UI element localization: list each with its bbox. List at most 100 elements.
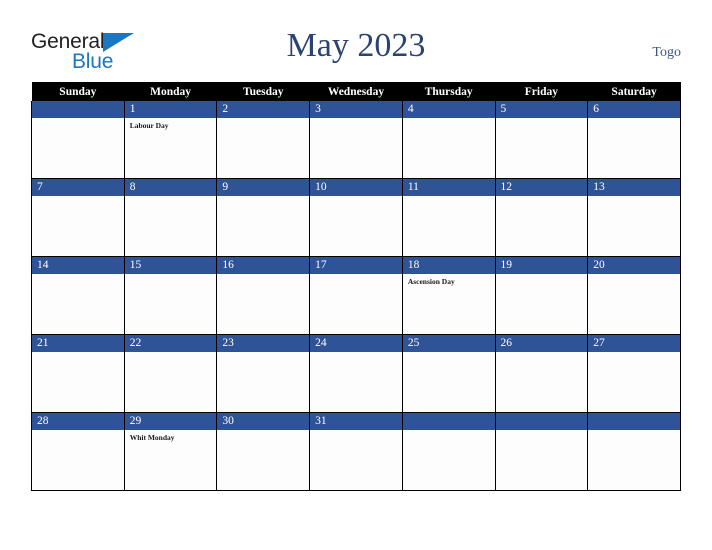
calendar-day-cell-inner: 22 xyxy=(124,335,217,412)
calendar-day-cell[interactable]: 1 Labour Day xyxy=(123,101,218,179)
calendar-event-area xyxy=(32,430,124,433)
calendar-date-bar: 27 xyxy=(588,335,680,352)
calendar-event-area xyxy=(125,352,217,355)
weekday-header-saturday: Saturday xyxy=(587,82,681,101)
calendar-day-cell[interactable]: 2 xyxy=(216,101,311,179)
calendar-date-number: 28 xyxy=(37,415,49,427)
calendar-day-cell[interactable]: 28 xyxy=(31,412,125,491)
calendar-day-cell[interactable]: 17 xyxy=(309,256,403,335)
calendar-date-bar: 24 xyxy=(310,335,402,352)
calendar-day-cell-inner: 2 xyxy=(217,101,310,178)
calendar-event-area xyxy=(588,430,680,433)
calendar-date-bar: 17 xyxy=(310,257,402,274)
calendar-day-cell-inner: 7 xyxy=(32,179,124,256)
calendar-day-cell-inner: 31 xyxy=(310,413,402,490)
calendar-day-cell[interactable] xyxy=(494,412,589,491)
calendar-day-cell[interactable]: 18 Ascension Day xyxy=(401,256,496,335)
calendar-day-cell[interactable]: 4 xyxy=(401,101,496,179)
calendar-day-cell-inner xyxy=(588,413,680,490)
calendar-week-row: 21 22 23 24 25 26 27 xyxy=(31,334,681,413)
calendar-day-cell-inner: 30 xyxy=(217,413,310,490)
calendar-day-cell[interactable]: 31 xyxy=(309,412,403,491)
weekday-header-sunday: Sunday xyxy=(31,82,125,101)
calendar-event-area xyxy=(403,196,495,199)
calendar-week-row: 1 Labour Day 2 3 4 5 6 xyxy=(31,101,681,179)
calendar-date-number: 17 xyxy=(315,259,327,271)
calendar-event-area xyxy=(125,274,217,277)
calendar-event-area xyxy=(217,118,309,121)
calendar-event-area xyxy=(496,196,588,199)
calendar-day-cell[interactable] xyxy=(587,412,681,491)
calendar-day-cell[interactable]: 10 xyxy=(309,178,403,257)
calendar-day-cell[interactable]: 16 xyxy=(216,256,311,335)
calendar-date-number: 30 xyxy=(222,415,234,427)
calendar-day-cell[interactable]: 25 xyxy=(401,334,496,413)
calendar-day-cell[interactable]: 6 xyxy=(587,101,681,179)
calendar-day-cell[interactable]: 20 xyxy=(587,256,681,335)
calendar-date-bar: 8 xyxy=(124,179,217,196)
calendar-date-bar xyxy=(32,101,124,118)
calendar-day-cell[interactable]: 21 xyxy=(31,334,125,413)
calendar-day-cell[interactable]: 23 xyxy=(216,334,311,413)
calendar-day-cell[interactable]: 7 xyxy=(31,178,125,257)
calendar-date-bar: 6 xyxy=(588,101,680,118)
calendar-date-number: 7 xyxy=(37,181,43,193)
calendar-date-number: 11 xyxy=(407,181,419,193)
calendar-date-bar: 19 xyxy=(495,257,588,274)
calendar-event-area xyxy=(310,352,402,355)
page-title: May 2023 xyxy=(286,27,426,64)
calendar-date-bar: 14 xyxy=(32,257,124,274)
calendar-date-bar: 23 xyxy=(217,335,310,352)
calendar-day-cell[interactable]: 15 xyxy=(123,256,218,335)
calendar-day-cell[interactable]: 30 xyxy=(216,412,311,491)
calendar-day-cell-inner: 26 xyxy=(495,335,588,412)
weekday-header-monday: Monday xyxy=(124,82,217,101)
calendar-day-cell-inner: 1 Labour Day xyxy=(124,101,217,178)
calendar-body: 1 Labour Day 2 3 4 5 6 7 8 9 10 11 12 13 14 15 16 17 18 Asc… xyxy=(31,101,681,491)
calendar-week-row: 7 8 9 10 11 12 13 xyxy=(31,178,681,257)
calendar-date-number: 8 xyxy=(129,181,136,193)
calendar-day-cell-inner: 24 xyxy=(310,335,402,412)
calendar-date-number: 18 xyxy=(407,259,420,271)
calendar-day-cell[interactable]: 24 xyxy=(309,334,403,413)
calendar-day-cell[interactable]: 27 xyxy=(587,334,681,413)
calendar-day-cell[interactable]: 12 xyxy=(494,178,589,257)
calendar-day-cell[interactable]: 14 xyxy=(31,256,125,335)
calendar-day-cell[interactable]: 13 xyxy=(587,178,681,257)
calendar-event-area xyxy=(496,274,588,277)
calendar-day-cell[interactable]: 19 xyxy=(494,256,589,335)
calendar-day-cell[interactable]: 8 xyxy=(123,178,218,257)
calendar-day-cell[interactable] xyxy=(31,101,125,179)
calendar-event-area xyxy=(217,274,309,277)
calendar-holiday-label: Whit Monday xyxy=(129,433,175,442)
calendar-day-cell[interactable]: 5 xyxy=(494,101,589,179)
calendar-day-cell[interactable]: 9 xyxy=(216,178,311,257)
calendar-date-number: 12 xyxy=(500,181,513,193)
calendar-day-cell-inner: 29 Whit Monday xyxy=(124,413,217,490)
calendar-date-bar: 7 xyxy=(32,179,124,196)
calendar-date-bar xyxy=(402,413,495,430)
weekday-header-wednesday: Wednesday xyxy=(309,82,403,101)
calendar-day-cell-inner: 6 xyxy=(588,101,680,178)
calendar-day-cell[interactable]: 29 Whit Monday xyxy=(123,412,218,491)
calendar-day-cell-inner: 12 xyxy=(495,179,588,256)
calendar-date-number: 13 xyxy=(593,181,605,193)
calendar-date-number: 2 xyxy=(222,103,229,115)
calendar-day-cell-inner: 8 xyxy=(124,179,217,256)
calendar-day-cell[interactable]: 26 xyxy=(494,334,589,413)
calendar-date-number: 25 xyxy=(407,337,420,349)
calendar-date-bar: 12 xyxy=(495,179,588,196)
calendar-event-area xyxy=(310,118,402,121)
calendar-event-area xyxy=(403,430,495,433)
calendar-day-cell[interactable]: 3 xyxy=(309,101,403,179)
calendar-date-bar: 11 xyxy=(402,179,495,196)
calendar-date-bar: 4 xyxy=(402,101,495,118)
calendar-day-cell-inner: 25 xyxy=(402,335,495,412)
calendar-date-number: 1 xyxy=(129,103,136,115)
calendar-date-bar: 30 xyxy=(217,413,310,430)
calendar-day-cell[interactable] xyxy=(401,412,496,491)
calendar-day-cell-inner: 17 xyxy=(310,257,402,334)
calendar-date-number: 9 xyxy=(222,181,229,193)
calendar-day-cell[interactable]: 11 xyxy=(401,178,496,257)
calendar-day-cell[interactable]: 22 xyxy=(123,334,218,413)
